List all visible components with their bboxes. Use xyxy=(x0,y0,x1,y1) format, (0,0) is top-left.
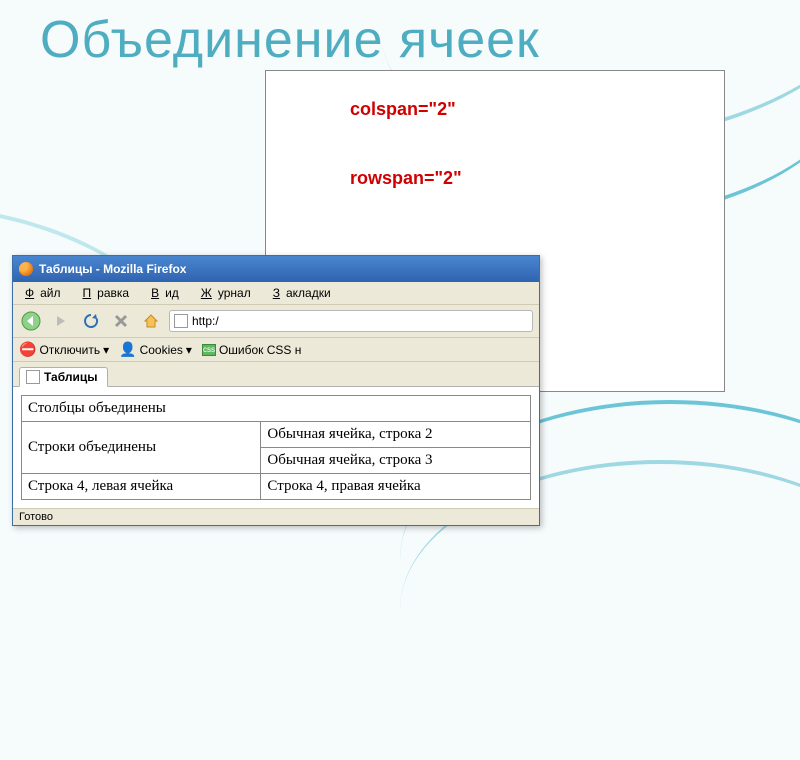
cell: Строка 4, правая ячейка xyxy=(261,474,531,500)
nav-toolbar: http:/ xyxy=(13,305,539,338)
forward-button[interactable] xyxy=(49,309,73,333)
dev-toolbar: ⛔ Отключить ▾ 👤 Cookies ▾ css Ошибок CSS… xyxy=(13,338,539,362)
chevron-down-icon: ▾ xyxy=(186,343,192,357)
page-icon xyxy=(26,370,40,384)
cookies-button[interactable]: 👤 Cookies ▾ xyxy=(119,341,192,358)
page-icon xyxy=(174,314,188,328)
code-rowspan: rowspan="2" xyxy=(350,168,702,189)
statusbar: Готово xyxy=(13,508,539,525)
home-icon xyxy=(142,312,160,330)
slide-title: Объединение ячеек xyxy=(40,10,540,70)
reload-button[interactable] xyxy=(79,309,103,333)
address-bar[interactable]: http:/ xyxy=(169,310,533,332)
code-colspan: colspan="2" xyxy=(350,99,702,120)
arrow-right-icon xyxy=(53,313,69,329)
home-button[interactable] xyxy=(139,309,163,333)
table-row: Строки объединены Обычная ячейка, строка… xyxy=(22,422,531,448)
back-button[interactable] xyxy=(19,309,43,333)
tab-label: Таблицы xyxy=(44,370,97,384)
menu-bookmarks[interactable]: Закладки xyxy=(267,285,343,301)
cell-merged-cols: Столбцы объединены xyxy=(22,396,531,422)
demo-table: Столбцы объединены Строки объединены Обы… xyxy=(21,395,531,500)
menu-view[interactable]: Вид xyxy=(145,285,191,301)
menu-history[interactable]: Журнал xyxy=(195,285,263,301)
firefox-icon xyxy=(19,262,33,276)
page-content: Столбцы объединены Строки объединены Обы… xyxy=(13,387,539,508)
titlebar[interactable]: Таблицы - Mozilla Firefox xyxy=(13,256,539,282)
person-icon: 👤 xyxy=(119,341,136,358)
disable-icon: ⛔ xyxy=(19,341,36,358)
browser-window: Таблицы - Mozilla Firefox Файл Правка Ви… xyxy=(12,255,540,526)
cell-merged-rows: Строки объединены xyxy=(22,422,261,474)
table-row: Строка 4, левая ячейка Строка 4, правая … xyxy=(22,474,531,500)
menu-edit[interactable]: Правка xyxy=(77,285,142,301)
reload-icon xyxy=(82,312,100,330)
tab-tables[interactable]: Таблицы xyxy=(19,367,108,387)
disable-button[interactable]: ⛔ Отключить ▾ xyxy=(19,341,109,358)
menu-file[interactable]: Файл xyxy=(19,285,73,301)
chevron-down-icon: ▾ xyxy=(103,343,109,357)
cell: Обычная ячейка, строка 2 xyxy=(261,422,531,448)
arrow-left-icon xyxy=(21,311,41,331)
stop-button[interactable] xyxy=(109,309,133,333)
stop-icon xyxy=(113,313,129,329)
url-text: http:/ xyxy=(192,314,219,328)
menubar: Файл Правка Вид Журнал Закладки xyxy=(13,282,539,305)
cell: Обычная ячейка, строка 3 xyxy=(261,448,531,474)
table-row: Столбцы объединены xyxy=(22,396,531,422)
tabstrip: Таблицы xyxy=(13,362,539,387)
cell: Строка 4, левая ячейка xyxy=(22,474,261,500)
css-icon: css xyxy=(202,344,216,356)
css-errors-button[interactable]: css Ошибок CSS н xyxy=(202,343,301,357)
window-title: Таблицы - Mozilla Firefox xyxy=(39,262,186,276)
